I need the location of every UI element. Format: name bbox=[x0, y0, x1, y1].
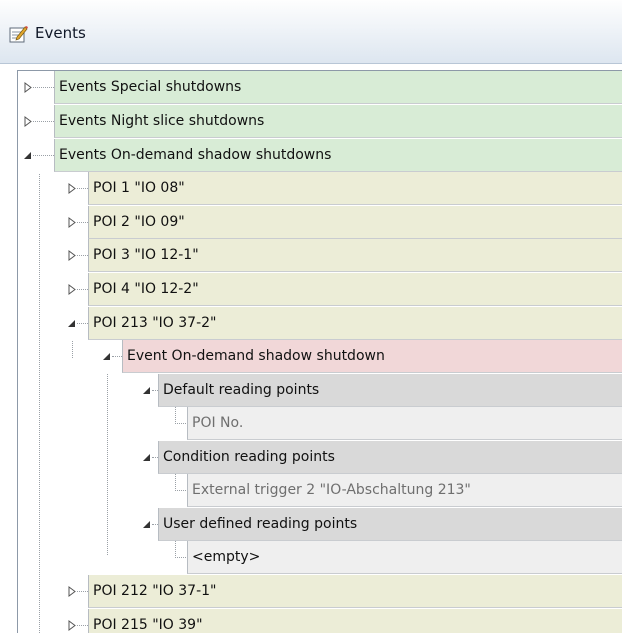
expand-arrow-icon[interactable] bbox=[67, 250, 77, 261]
tree-row-events-night[interactable]: Events Night slice shutdowns bbox=[18, 105, 622, 139]
tree-node-label[interactable]: External trigger 2 "IO-Abschaltung 213" bbox=[187, 474, 622, 507]
collapse-arrow-icon[interactable] bbox=[142, 385, 152, 396]
tree-node-label[interactable]: Default reading points bbox=[158, 374, 622, 407]
tree-row-poi[interactable]: POI 213 "IO 37-2" bbox=[18, 307, 622, 341]
tree-node-label[interactable]: POI No. bbox=[187, 407, 622, 440]
tree-row-reading-group[interactable]: Condition reading points bbox=[18, 441, 622, 475]
tree-node-label[interactable]: POI 212 "IO 37-1" bbox=[88, 575, 622, 608]
tree-node-label[interactable]: <empty> bbox=[187, 541, 622, 574]
expand-arrow-icon[interactable] bbox=[23, 82, 33, 93]
tree-node-label[interactable]: POI 4 "IO 12-2" bbox=[88, 273, 622, 306]
expand-arrow-icon[interactable] bbox=[67, 183, 77, 194]
collapse-arrow-icon[interactable] bbox=[102, 351, 112, 362]
tree-node-label[interactable]: POI 213 "IO 37-2" bbox=[88, 307, 622, 340]
tree-row-reading-group[interactable]: Default reading points bbox=[18, 374, 622, 408]
tree-node-label[interactable]: POI 215 "IO 39" bbox=[88, 609, 622, 633]
tree-node-label[interactable]: User defined reading points bbox=[158, 508, 622, 541]
collapse-arrow-icon[interactable] bbox=[142, 452, 152, 463]
collapse-arrow-icon[interactable] bbox=[67, 318, 77, 329]
expand-arrow-icon[interactable] bbox=[67, 217, 77, 228]
tree-node-label[interactable]: POI 3 "IO 12-1" bbox=[88, 239, 622, 272]
tree-row-reading-point[interactable]: POI No. bbox=[18, 407, 622, 441]
expand-arrow-icon[interactable] bbox=[67, 284, 77, 295]
tree-node-label[interactable]: Condition reading points bbox=[158, 441, 622, 474]
tree-row-reading-group[interactable]: User defined reading points bbox=[18, 508, 622, 542]
tree-row-events-on-demand[interactable]: Events On-demand shadow shutdowns bbox=[18, 139, 622, 173]
window-titlebar: Events bbox=[0, 0, 622, 64]
expand-arrow-icon[interactable] bbox=[23, 116, 33, 127]
events-window-icon bbox=[9, 26, 28, 43]
tree-row-poi[interactable]: POI 1 "IO 08" bbox=[18, 172, 622, 206]
tree-row-reading-point[interactable]: External trigger 2 "IO-Abschaltung 213" bbox=[18, 474, 622, 508]
tree-row-poi[interactable]: POI 4 "IO 12-2" bbox=[18, 273, 622, 307]
collapse-arrow-icon[interactable] bbox=[142, 519, 152, 530]
tree-row-events-special[interactable]: Events Special shutdowns bbox=[18, 71, 622, 105]
tree-node-label[interactable]: Events Special shutdowns bbox=[54, 71, 622, 104]
expand-arrow-icon[interactable] bbox=[67, 620, 77, 631]
expand-arrow-icon[interactable] bbox=[67, 586, 77, 597]
tree-row-poi[interactable]: POI 215 "IO 39" bbox=[18, 609, 622, 633]
tree-node-label[interactable]: Events On-demand shadow shutdowns bbox=[54, 139, 622, 172]
tree-row-reading-point[interactable]: <empty> bbox=[18, 541, 622, 575]
collapse-arrow-icon[interactable] bbox=[23, 150, 33, 161]
window-title: Events bbox=[35, 24, 86, 42]
tree-node-label[interactable]: Events Night slice shutdowns bbox=[54, 105, 622, 138]
tree-row-poi[interactable]: POI 3 "IO 12-1" bbox=[18, 239, 622, 273]
tree-node-label[interactable]: POI 1 "IO 08" bbox=[88, 172, 622, 205]
tree-node-label[interactable]: POI 2 "IO 09" bbox=[88, 206, 622, 239]
tree-node-label[interactable]: Event On-demand shadow shutdown bbox=[122, 340, 622, 373]
tree-row-poi[interactable]: POI 2 "IO 09" bbox=[18, 206, 622, 240]
events-tree[interactable]: Events Special shutdowns Events Night sl… bbox=[17, 70, 622, 633]
tree-row-poi[interactable]: POI 212 "IO 37-1" bbox=[18, 575, 622, 609]
tree-row-event[interactable]: Event On-demand shadow shutdown bbox=[18, 340, 622, 374]
